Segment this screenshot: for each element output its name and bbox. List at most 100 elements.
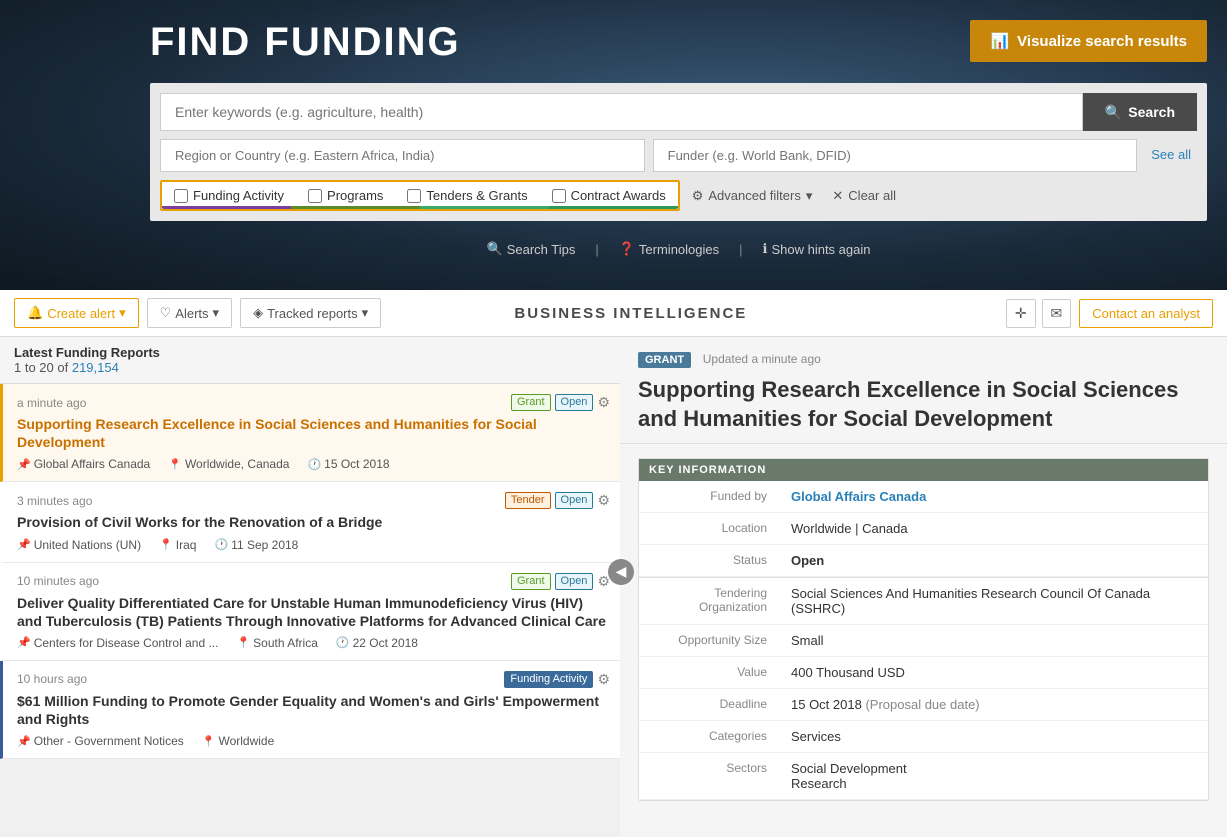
diamond-icon: ◈ xyxy=(253,305,263,321)
results-header: Latest Funding Reports 1 to 20 of 219,15… xyxy=(0,337,620,384)
settings-icon[interactable]: ⚙ xyxy=(597,671,610,688)
pin-icon: 📌 xyxy=(17,735,31,748)
left-panel: Latest Funding Reports 1 to 20 of 219,15… xyxy=(0,337,620,837)
visualize-button[interactable]: 📊 Visualize search results xyxy=(970,20,1207,62)
filter-icon: ⚙ xyxy=(692,188,704,204)
region-input[interactable] xyxy=(160,139,645,172)
alerts-button[interactable]: ♡ Alerts ▾ xyxy=(147,298,232,328)
status-label: Status xyxy=(639,545,779,577)
tracked-reports-button[interactable]: ◈ Tracked reports ▾ xyxy=(240,298,381,328)
clear-all-button[interactable]: ✕ Clear all xyxy=(832,188,896,204)
deadline-note: (Proposal due date) xyxy=(865,697,979,712)
location-icon: 📍 xyxy=(202,735,216,748)
tag-open: Open xyxy=(555,573,594,590)
email-icon-button[interactable]: ✉ xyxy=(1042,299,1072,328)
tendering-value: Social Sciences And Humanities Research … xyxy=(779,578,1208,625)
tag-grant: Grant xyxy=(511,394,551,411)
search-tips-link[interactable]: 🔍 Search Tips xyxy=(487,241,576,257)
results-range: 1 to 20 of xyxy=(14,360,68,375)
heart-icon: ♡ xyxy=(160,305,172,321)
category-filter-bar: Funding Activity Programs Tenders & Gran… xyxy=(160,180,680,211)
chevron-down-icon: ▾ xyxy=(213,305,220,321)
search-button[interactable]: 🔍 Search xyxy=(1083,93,1197,131)
results-total: 219,154 xyxy=(72,360,119,375)
close-icon: ✕ xyxy=(832,188,843,204)
sectors-label: Sectors xyxy=(639,753,779,800)
contract-awards-checkbox[interactable]: Contract Awards xyxy=(552,188,666,203)
right-panel: GRANT Updated a minute ago Supporting Re… xyxy=(620,337,1227,837)
categories-label: Categories xyxy=(639,721,779,753)
create-alert-button[interactable]: 🔔 Create alert ▾ xyxy=(14,298,139,328)
question-icon: ❓ xyxy=(619,241,635,257)
result-item[interactable]: 3 minutes ago Tender Open ⚙ Provision of… xyxy=(0,482,620,562)
funder-input[interactable] xyxy=(653,139,1138,172)
key-info-section: KEY INFORMATION Funded by Global Affairs… xyxy=(638,458,1209,801)
pin-icon: 📌 xyxy=(17,458,31,471)
key-info-table: Funded by Global Affairs Canada Location… xyxy=(639,481,1208,800)
grant-header: GRANT Updated a minute ago Supporting Re… xyxy=(620,337,1227,444)
deadline-label: Deadline xyxy=(639,689,779,721)
result-title: Provision of Civil Works for the Renovat… xyxy=(17,513,610,531)
header: FIND FUNDING 📊 Visualize search results … xyxy=(0,0,1227,290)
calendar-icon: 🕐 xyxy=(307,458,321,471)
funded-by-value[interactable]: Global Affairs Canada xyxy=(791,489,926,504)
grant-title: Supporting Research Excellence in Social… xyxy=(638,376,1209,433)
value-label: Value xyxy=(639,657,779,689)
location-icon: 📍 xyxy=(236,636,250,649)
bar-chart-icon: 📊 xyxy=(990,32,1009,50)
tag-grant: Grant xyxy=(511,573,551,590)
pin-icon: 📌 xyxy=(17,538,31,551)
tag-tender: Tender xyxy=(505,492,551,509)
location-icon: 📍 xyxy=(159,538,173,551)
location-label: Location xyxy=(639,513,779,545)
keyword-input[interactable] xyxy=(160,93,1083,131)
programs-checkbox[interactable]: Programs xyxy=(308,188,383,203)
funded-by-label: Funded by xyxy=(639,481,779,513)
result-title: Deliver Quality Differentiated Care for … xyxy=(17,594,610,630)
main-layout: Latest Funding Reports 1 to 20 of 219,15… xyxy=(0,337,1227,837)
result-item[interactable]: a minute ago Grant Open ⚙ Supporting Res… xyxy=(0,384,620,482)
advanced-filters-button[interactable]: ⚙ Advanced filters ▾ xyxy=(692,188,813,204)
result-time: 3 minutes ago xyxy=(17,494,92,508)
contact-analyst-button[interactable]: Contact an analyst xyxy=(1079,299,1213,328)
sectors-value1: Social Development xyxy=(791,761,1196,776)
chevron-down-icon: ▾ xyxy=(362,305,369,321)
search-area: 🔍 Search See all Funding Activity xyxy=(150,83,1207,221)
result-time: 10 minutes ago xyxy=(17,574,99,588)
result-item[interactable]: 10 minutes ago Grant Open ⚙ Deliver Qual… xyxy=(0,563,620,661)
calendar-icon: 🕐 xyxy=(214,538,228,551)
result-time: 10 hours ago xyxy=(17,672,87,686)
settings-icon[interactable]: ⚙ xyxy=(597,394,610,411)
tenders-grants-checkbox[interactable]: Tenders & Grants xyxy=(407,188,527,203)
search-icon: 🔍 xyxy=(1105,104,1122,121)
bi-label: BUSINESS INTELLIGENCE xyxy=(514,305,747,322)
tendering-label: Tendering Organization xyxy=(639,578,779,625)
deadline-value: 15 Oct 2018 xyxy=(791,697,862,712)
funding-activity-checkbox[interactable]: Funding Activity xyxy=(174,188,284,203)
grant-badge: GRANT xyxy=(638,352,691,368)
result-item[interactable]: 10 hours ago Funding Activity ⚙ $61 Mill… xyxy=(0,661,620,759)
info-icon: ℹ xyxy=(763,241,768,257)
location-icon: 📍 xyxy=(168,458,182,471)
terminologies-link[interactable]: ❓ Terminologies xyxy=(619,241,719,257)
chevron-down-icon: ▾ xyxy=(119,305,126,321)
pin-icon: 📌 xyxy=(17,636,31,649)
see-all-link[interactable]: See all xyxy=(1145,139,1197,172)
chevron-down-icon: ▾ xyxy=(806,188,813,204)
key-info-header: KEY INFORMATION xyxy=(639,459,1208,481)
value-value: 400 Thousand USD xyxy=(779,657,1208,689)
opp-size-value: Small xyxy=(779,625,1208,657)
settings-icon[interactable]: ⚙ xyxy=(597,492,610,509)
magnifier-icon: 🔍 xyxy=(487,241,503,257)
location-value2: Canada xyxy=(862,521,908,536)
collapse-panel-button[interactable]: ◀ xyxy=(608,559,634,585)
search-tips-bar: 🔍 Search Tips | ❓ Terminologies | ℹ Show… xyxy=(150,231,1207,257)
move-icon-button[interactable]: ✛ xyxy=(1006,299,1036,328)
tag-open: Open xyxy=(555,394,594,411)
result-time: a minute ago xyxy=(17,396,86,410)
result-title: Supporting Research Excellence in Social… xyxy=(17,415,610,451)
show-hints-link[interactable]: ℹ Show hints again xyxy=(763,241,871,257)
location-value1: Worldwide xyxy=(791,521,851,536)
result-title: $61 Million Funding to Promote Gender Eq… xyxy=(17,692,610,728)
status-value: Open xyxy=(791,553,824,568)
